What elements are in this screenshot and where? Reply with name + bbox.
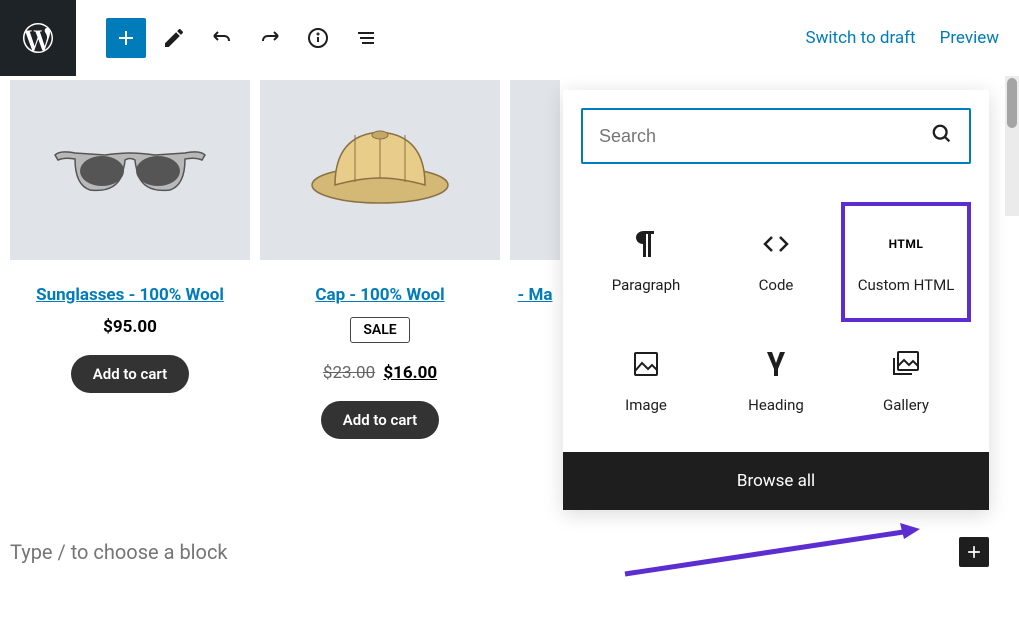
product-title-link[interactable]: Cap - 100% Wool — [315, 285, 444, 305]
block-item-paragraph[interactable]: Paragraph — [581, 202, 711, 322]
code-icon — [762, 230, 790, 258]
redo-icon[interactable] — [250, 18, 290, 58]
block-inserter-popover: Paragraph Code HTML Custom HTML Image He… — [563, 90, 989, 510]
editor-topbar: Switch to draft Preview — [0, 0, 1019, 76]
type-prompt-row: Type / to choose a block — [10, 537, 989, 567]
block-search-box — [581, 108, 971, 164]
block-label: Paragraph — [612, 276, 681, 294]
product-price-old: $23.00 — [323, 363, 375, 383]
block-grid: Paragraph Code HTML Custom HTML Image He… — [563, 182, 989, 452]
wordpress-logo[interactable] — [0, 0, 76, 76]
add-to-cart-button[interactable]: Add to cart — [71, 355, 189, 393]
block-search-input[interactable] — [599, 126, 931, 147]
list-view-icon[interactable] — [346, 18, 386, 58]
preview-link[interactable]: Preview — [940, 28, 999, 48]
block-label: Custom HTML — [858, 276, 955, 294]
block-item-code[interactable]: Code — [711, 202, 841, 322]
type-prompt-text[interactable]: Type / to choose a block — [10, 540, 959, 564]
block-label: Heading — [748, 396, 804, 414]
edit-icon[interactable] — [154, 18, 194, 58]
heading-icon — [762, 350, 790, 378]
add-block-button[interactable] — [106, 18, 146, 58]
block-label: Gallery — [883, 396, 929, 414]
block-label: Code — [759, 276, 794, 294]
search-icon — [931, 123, 953, 149]
product-price-row: $23.00 $16.00 — [260, 363, 500, 383]
info-icon[interactable] — [298, 18, 338, 58]
product-title-link[interactable]: - Ma — [518, 285, 553, 305]
block-item-custom-html[interactable]: HTML Custom HTML — [841, 202, 971, 322]
product-card: Sunglasses - 100% Wool $95.00 Add to car… — [10, 80, 250, 439]
block-item-gallery[interactable]: Gallery — [841, 322, 971, 442]
undo-icon[interactable] — [202, 18, 242, 58]
product-image — [510, 80, 560, 260]
browse-all-button[interactable]: Browse all — [563, 452, 989, 510]
inline-add-block-button[interactable] — [959, 537, 989, 567]
block-item-image[interactable]: Image — [581, 322, 711, 442]
product-price: $95.00 — [10, 317, 250, 337]
block-label: Image — [625, 396, 667, 414]
switch-to-draft-link[interactable]: Switch to draft — [806, 28, 916, 48]
add-to-cart-button[interactable]: Add to cart — [321, 401, 439, 439]
image-icon — [632, 350, 660, 378]
paragraph-icon — [632, 230, 660, 258]
sale-badge: SALE — [350, 317, 409, 343]
product-card: - Ma — [510, 80, 560, 439]
product-image — [10, 80, 250, 260]
scrollbar-thumb[interactable] — [1007, 78, 1017, 128]
product-price: $16.00 — [383, 363, 437, 383]
product-card: Cap - 100% Wool SALE $23.00 $16.00 Add t… — [260, 80, 500, 439]
gallery-icon — [892, 350, 920, 378]
block-item-heading[interactable]: Heading — [711, 322, 841, 442]
vertical-scrollbar[interactable] — [1005, 76, 1019, 216]
html-icon: HTML — [892, 230, 920, 258]
product-title-link[interactable]: Sunglasses - 100% Wool — [36, 285, 224, 305]
product-image — [260, 80, 500, 260]
